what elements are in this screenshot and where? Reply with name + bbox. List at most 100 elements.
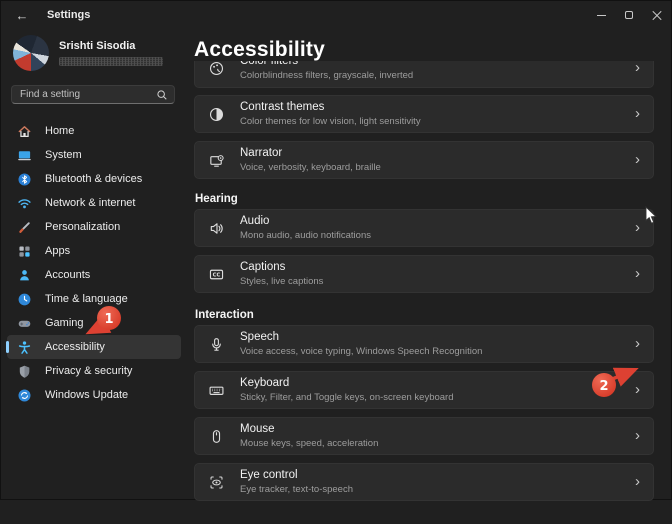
close-icon (652, 10, 662, 20)
row-contrast-themes[interactable]: Contrast themes Color themes for low vis… (194, 95, 654, 133)
gaming-icon (16, 315, 32, 331)
row-subtitle: Sticky, Filter, and Toggle keys, on-scre… (240, 392, 454, 403)
network-icon (16, 195, 32, 211)
minimize-icon (597, 15, 606, 16)
sidebar-item-home[interactable]: Home (7, 119, 181, 143)
narrator-icon (207, 151, 225, 169)
sidebar-item-apps[interactable]: Apps (7, 239, 181, 263)
sidebar-item-label: Gaming (45, 317, 84, 329)
bluetooth-icon (16, 171, 32, 187)
sidebar-item-label: Privacy & security (45, 365, 132, 377)
color-filters-icon (207, 61, 225, 77)
search-box[interactable] (11, 85, 175, 104)
sidebar-item-gaming[interactable]: Gaming (7, 311, 181, 335)
accounts-icon (16, 267, 32, 283)
row-subtitle: Styles, live captions (240, 276, 323, 287)
window-controls (587, 1, 671, 29)
row-mouse[interactable]: Mouse Mouse keys, speed, acceleration › (194, 417, 654, 455)
mouse-cursor (645, 206, 658, 230)
row-title: Captions (240, 261, 323, 273)
maximize-icon (625, 11, 633, 19)
back-arrow-icon: ← (16, 8, 29, 23)
sidebar-item-label: Time & language (45, 293, 128, 305)
row-title: Keyboard (240, 377, 454, 389)
chevron-right-icon: › (635, 336, 640, 353)
windows-update-icon (16, 387, 32, 403)
window-title: Settings (47, 9, 90, 21)
sidebar: Srishti Sisodia Home System Bluetooth & … (1, 29, 187, 501)
section-header-hearing: Hearing (194, 187, 654, 209)
sidebar-item-label: Windows Update (45, 389, 128, 401)
sidebar-item-network-internet[interactable]: Network & internet (7, 191, 181, 215)
sidebar-nav: Home System Bluetooth & devices Network … (1, 119, 187, 407)
sidebar-item-personalization[interactable]: Personalization (7, 215, 181, 239)
avatar (13, 35, 49, 71)
user-profile[interactable]: Srishti Sisodia (13, 35, 163, 71)
row-title: Narrator (240, 147, 381, 159)
row-title: Eye control (240, 469, 353, 481)
sidebar-item-bluetooth-devices[interactable]: Bluetooth & devices (7, 167, 181, 191)
sidebar-item-label: Bluetooth & devices (45, 173, 142, 185)
row-narrator[interactable]: Narrator Voice, verbosity, keyboard, bra… (194, 141, 654, 179)
settings-list: Color filters Colorblindness filters, gr… (194, 61, 654, 509)
apps-icon (16, 243, 32, 259)
row-color-filters[interactable]: Color filters Colorblindness filters, gr… (194, 61, 654, 88)
row-captions[interactable]: CC Captions Styles, live captions › (194, 255, 654, 293)
sidebar-item-accessibility[interactable]: Accessibility (7, 335, 181, 359)
keyboard-icon (207, 381, 225, 399)
svg-text:CC: CC (212, 272, 220, 278)
chevron-right-icon: › (635, 428, 640, 445)
sidebar-item-label: Accessibility (45, 341, 105, 353)
sidebar-item-windows-update[interactable]: Windows Update (7, 383, 181, 407)
chevron-right-icon: › (635, 474, 640, 491)
row-title: Contrast themes (240, 101, 421, 113)
speech-icon (207, 335, 225, 353)
sidebar-item-label: Home (45, 125, 74, 137)
close-button[interactable] (643, 1, 671, 29)
mouse-icon (207, 427, 225, 445)
page-title: Accessibility (194, 38, 325, 62)
eye-control-icon (207, 473, 225, 491)
captions-icon: CC (207, 265, 225, 283)
row-title: Speech (240, 331, 482, 343)
row-subtitle: Mouse keys, speed, acceleration (240, 438, 378, 449)
maximize-button[interactable] (615, 1, 643, 29)
audio-icon (207, 219, 225, 237)
section-header-interaction: Interaction (194, 301, 654, 325)
chevron-right-icon: › (635, 106, 640, 123)
settings-window: { "window": { "title": "Settings", "back… (0, 0, 672, 500)
search-icon (156, 89, 168, 101)
sidebar-item-label: Apps (45, 245, 70, 257)
chevron-right-icon: › (635, 220, 640, 237)
row-eye-control[interactable]: Eye control Eye tracker, text-to-speech … (194, 463, 654, 501)
back-button[interactable]: ← (7, 4, 37, 26)
sidebar-item-accounts[interactable]: Accounts (7, 263, 181, 287)
minimize-button[interactable] (587, 1, 615, 29)
personalization-icon (16, 219, 32, 235)
row-keyboard[interactable]: Keyboard Sticky, Filter, and Toggle keys… (194, 371, 654, 409)
sidebar-item-time-language[interactable]: Time & language (7, 287, 181, 311)
system-icon (16, 147, 32, 163)
selected-indicator (6, 341, 9, 353)
row-subtitle: Colorblindness filters, grayscale, inver… (240, 70, 413, 81)
row-subtitle: Voice access, voice typing, Windows Spee… (240, 346, 482, 357)
chevron-right-icon: › (635, 266, 640, 283)
main-content: Accessibility Color filters Colorblindne… (187, 29, 672, 501)
sidebar-item-system[interactable]: System (7, 143, 181, 167)
row-speech[interactable]: Speech Voice access, voice typing, Windo… (194, 325, 654, 363)
sidebar-item-label: Personalization (45, 221, 120, 233)
row-title: Color filters (240, 61, 413, 67)
row-title: Mouse (240, 423, 378, 435)
sidebar-item-privacy-security[interactable]: Privacy & security (7, 359, 181, 383)
sidebar-item-label: Network & internet (45, 197, 135, 209)
sidebar-item-label: System (45, 149, 82, 161)
privacy-icon (16, 363, 32, 379)
chevron-right-icon: › (635, 152, 640, 169)
time-language-icon (16, 291, 32, 307)
contrast-themes-icon (207, 105, 225, 123)
titlebar: ← Settings (1, 1, 672, 29)
chevron-right-icon: › (635, 61, 640, 77)
search-input[interactable] (12, 89, 156, 100)
row-title: Audio (240, 215, 371, 227)
row-audio[interactable]: Audio Mono audio, audio notifications › (194, 209, 654, 247)
